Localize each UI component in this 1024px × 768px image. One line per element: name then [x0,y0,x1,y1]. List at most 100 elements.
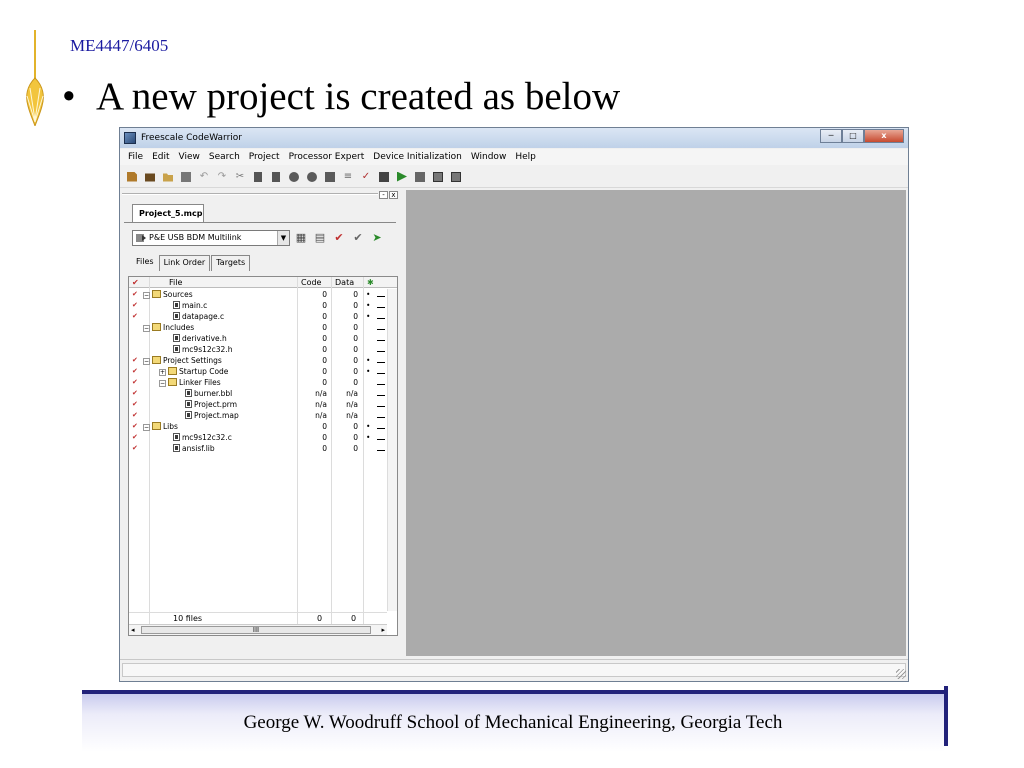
tree-row-project-settings[interactable]: ✔ − Project Settings 0 0 • [129,355,387,366]
tree-row-main-c[interactable]: ✔ main.c 0 0 • [129,300,387,311]
debug-icon[interactable] [377,303,385,308]
debug-icon[interactable] [377,325,385,330]
scroll-right-icon[interactable]: ▸ [381,626,385,634]
make-icon[interactable]: ✔ [332,230,346,244]
tab-link-order[interactable]: Link Order [158,255,211,271]
vertical-scrollbar[interactable] [387,289,397,611]
menu-processor-expert[interactable]: Processor Expert [289,149,365,165]
tree-row-project-map[interactable]: ✔ Project.map n/a n/a [129,410,387,421]
target-settings-icon[interactable] [450,171,462,183]
check-mark[interactable]: ✔ [132,443,138,454]
tab-targets[interactable]: Targets [211,255,251,271]
column-file[interactable]: File [169,278,182,287]
tab-project-file[interactable]: Project_5.mcp [132,204,204,222]
menu-view[interactable]: View [179,149,200,165]
collapse-icon[interactable]: − [143,424,150,431]
debug-icon[interactable] [377,292,385,297]
chevron-down-icon[interactable]: ▼ [277,231,289,245]
target-settings-icon[interactable]: ▦ [294,230,308,244]
debug-check-icon[interactable]: ✔ [351,230,365,244]
new-text-file-icon[interactable] [126,171,138,183]
check-column-icon[interactable]: ✔ [132,278,139,287]
tree-row-burner-bbl[interactable]: ✔ burner.bbl n/a n/a [129,388,387,399]
tab-files[interactable]: Files [132,255,158,271]
stop-icon[interactable] [414,171,426,183]
run-icon[interactable]: ➤ [370,230,384,244]
menu-window[interactable]: Window [471,149,507,165]
debug-icon[interactable] [377,314,385,319]
target-select[interactable]: P&E USB BDM Multilink ▼ [132,230,290,246]
menu-file[interactable]: File [128,149,143,165]
debug-icon[interactable] [377,336,385,341]
debug-icon[interactable] [377,424,385,429]
tree-row-sources[interactable]: ✔ − Sources 0 0 • [129,289,387,300]
tree-row-ansisf-lib[interactable]: ✔ ansisf.lib 0 0 [129,443,387,454]
collapse-icon[interactable]: − [143,325,150,332]
find-icon[interactable] [288,171,300,183]
debug-icon[interactable] [377,380,385,385]
check-mark[interactable]: ✔ [132,410,138,421]
debug-icon[interactable] [396,171,408,183]
check-syntax-icon[interactable]: ✓ [360,171,372,183]
resize-grip-icon[interactable] [896,669,906,679]
synchronize-icon[interactable]: ▤ [313,230,327,244]
debug-icon[interactable] [377,358,385,363]
check-mark[interactable]: ✔ [132,399,138,410]
horizontal-scroll-thumb[interactable]: III [141,626,371,634]
menu-project[interactable]: Project [249,149,280,165]
compile-icon[interactable] [378,171,390,183]
debug-icon[interactable] [377,347,385,352]
list-icon[interactable]: ≡ [342,171,354,183]
undo-icon[interactable]: ↶ [198,171,210,183]
check-mark[interactable]: ✔ [132,432,138,443]
check-mark[interactable]: ✔ [132,366,138,377]
find-next-icon[interactable] [306,171,318,183]
settings-icon[interactable] [432,171,444,183]
tree-row-includes[interactable]: − Includes 0 0 [129,322,387,333]
redo-icon[interactable]: ↷ [216,171,228,183]
debug-icon[interactable] [377,435,385,440]
minimize-button[interactable]: ─ [820,129,842,143]
check-mark[interactable]: ✔ [132,300,138,311]
tree-row-startup-code[interactable]: ✔ + Startup Code 0 0 • [129,366,387,377]
debug-icon[interactable] [377,391,385,396]
copy-icon[interactable] [252,171,264,183]
debug-column-icon[interactable]: ✱ [367,278,374,287]
debug-icon[interactable] [377,402,385,407]
paste-icon[interactable] [270,171,282,183]
collapse-icon[interactable]: − [159,380,166,387]
tree-row-derivative-h[interactable]: derivative.h 0 0 [129,333,387,344]
tree-row-mc9s12c32-h[interactable]: mc9s12c32.h 0 0 [129,344,387,355]
menu-edit[interactable]: Edit [152,149,169,165]
panel-close-button[interactable]: x [389,191,398,199]
check-mark[interactable]: ✔ [132,355,138,366]
column-data[interactable]: Data [335,278,354,287]
new-project-icon[interactable] [144,171,156,183]
column-code[interactable]: Code [301,278,321,287]
replace-icon[interactable] [324,171,336,183]
check-mark[interactable]: ✔ [132,289,138,300]
check-mark[interactable]: ✔ [132,421,138,432]
maximize-button[interactable]: □ [842,129,864,143]
tree-row-mc9s12c32-c[interactable]: ✔ mc9s12c32.c 0 0 • [129,432,387,443]
title-bar[interactable]: Freescale CodeWarrior ─ □ x [120,128,908,148]
debug-icon[interactable] [377,446,385,451]
close-button[interactable]: x [864,129,904,143]
tree-row-project-prm[interactable]: ✔ Project.prm n/a n/a [129,399,387,410]
menu-help[interactable]: Help [515,149,536,165]
open-folder-icon[interactable] [162,171,174,183]
collapse-icon[interactable]: − [143,358,150,365]
menu-device-initialization[interactable]: Device Initialization [373,149,462,165]
check-mark[interactable]: ✔ [132,388,138,399]
tree-row-datapage-c[interactable]: ✔ datapage.c 0 0 • [129,311,387,322]
expand-icon[interactable]: + [159,369,166,376]
tree-row-linker-files[interactable]: ✔ − Linker Files 0 0 [129,377,387,388]
debug-icon[interactable] [377,369,385,374]
menu-search[interactable]: Search [209,149,240,165]
collapse-icon[interactable]: − [143,292,150,299]
scroll-left-icon[interactable]: ◂ [131,626,135,634]
check-mark[interactable]: ✔ [132,377,138,388]
panel-restore-button[interactable]: - [379,191,388,199]
cut-icon[interactable]: ✂ [234,171,246,183]
check-mark[interactable]: ✔ [132,311,138,322]
